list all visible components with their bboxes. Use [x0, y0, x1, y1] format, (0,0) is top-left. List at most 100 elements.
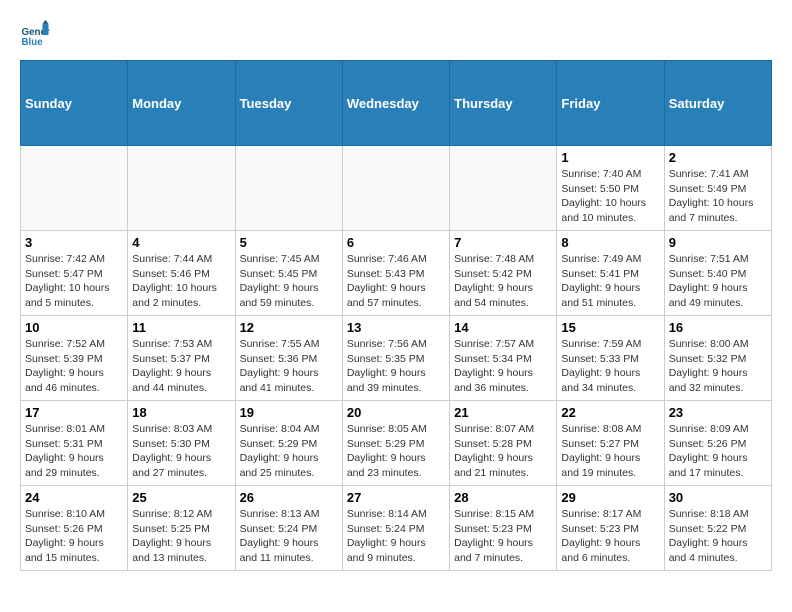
logo: General Blue — [20, 20, 54, 50]
calendar-cell: 17 Sunrise: 8:01 AM Sunset: 5:31 PM Dayli… — [21, 401, 128, 486]
calendar-cell: 18 Sunrise: 8:03 AM Sunset: 5:30 PM Dayli… — [128, 401, 235, 486]
calendar-cell: 5 Sunrise: 7:45 AM Sunset: 5:45 PM Daylig… — [235, 231, 342, 316]
day-info: Sunrise: 8:10 AM Sunset: 5:26 PM Dayligh… — [25, 507, 123, 566]
calendar-cell: 30 Sunrise: 8:18 AM Sunset: 5:22 PM Dayli… — [664, 486, 771, 571]
day-info: Sunrise: 8:05 AM Sunset: 5:29 PM Dayligh… — [347, 422, 445, 481]
svg-text:Blue: Blue — [22, 37, 44, 48]
calendar-cell: 16 Sunrise: 8:00 AM Sunset: 5:32 PM Dayli… — [664, 316, 771, 401]
day-info: Sunrise: 7:49 AM Sunset: 5:41 PM Dayligh… — [561, 252, 659, 311]
day-info: Sunrise: 8:13 AM Sunset: 5:24 PM Dayligh… — [240, 507, 338, 566]
day-number: 28 — [454, 490, 552, 505]
day-number: 4 — [132, 235, 230, 250]
day-info: Sunrise: 8:15 AM Sunset: 5:23 PM Dayligh… — [454, 507, 552, 566]
calendar-cell — [235, 146, 342, 231]
weekday-header: Wednesday — [342, 61, 449, 146]
day-number: 15 — [561, 320, 659, 335]
day-info: Sunrise: 7:51 AM Sunset: 5:40 PM Dayligh… — [669, 252, 767, 311]
calendar-cell — [450, 146, 557, 231]
calendar-cell: 4Sunrise: 7:44 AM Sunset: 5:46 PM Daylig… — [128, 231, 235, 316]
calendar-cell: 10 Sunrise: 7:52 AM Sunset: 5:39 PM Dayli… — [21, 316, 128, 401]
day-number: 9 — [669, 235, 767, 250]
calendar-cell — [21, 146, 128, 231]
day-number: 7 — [454, 235, 552, 250]
day-info: Sunrise: 7:45 AM Sunset: 5:45 PM Dayligh… — [240, 252, 338, 311]
day-info: Sunrise: 8:18 AM Sunset: 5:22 PM Dayligh… — [669, 507, 767, 566]
day-number: 3 — [25, 235, 123, 250]
day-info: Sunrise: 7:46 AM Sunset: 5:43 PM Dayligh… — [347, 252, 445, 311]
calendar-cell: 7 Sunrise: 7:48 AM Sunset: 5:42 PM Daylig… — [450, 231, 557, 316]
day-info: Sunrise: 8:08 AM Sunset: 5:27 PM Dayligh… — [561, 422, 659, 481]
day-info: Sunrise: 7:57 AM Sunset: 5:34 PM Dayligh… — [454, 337, 552, 396]
day-number: 23 — [669, 405, 767, 420]
day-info: Sunrise: 8:01 AM Sunset: 5:31 PM Dayligh… — [25, 422, 123, 481]
day-number: 17 — [25, 405, 123, 420]
day-number: 2 — [669, 150, 767, 165]
day-number: 14 — [454, 320, 552, 335]
day-number: 24 — [25, 490, 123, 505]
calendar-cell: 13 Sunrise: 7:56 AM Sunset: 5:35 PM Dayli… — [342, 316, 449, 401]
calendar-cell: 6Sunrise: 7:46 AM Sunset: 5:43 PM Daylig… — [342, 231, 449, 316]
weekday-header: Sunday — [21, 61, 128, 146]
calendar-cell — [128, 146, 235, 231]
calendar-cell: 1 Sunrise: 7:40 AM Sunset: 5:50 PM Daylig… — [557, 146, 664, 231]
calendar-cell: 29Sunrise: 8:17 AM Sunset: 5:23 PM Dayli… — [557, 486, 664, 571]
weekday-header: Tuesday — [235, 61, 342, 146]
day-number: 16 — [669, 320, 767, 335]
day-info: Sunrise: 8:12 AM Sunset: 5:25 PM Dayligh… — [132, 507, 230, 566]
day-info: Sunrise: 7:48 AM Sunset: 5:42 PM Dayligh… — [454, 252, 552, 311]
calendar-cell: 20 Sunrise: 8:05 AM Sunset: 5:29 PM Dayli… — [342, 401, 449, 486]
day-number: 30 — [669, 490, 767, 505]
calendar-cell: 19 Sunrise: 8:04 AM Sunset: 5:29 PM Dayli… — [235, 401, 342, 486]
calendar-cell: 21 Sunrise: 8:07 AM Sunset: 5:28 PM Dayli… — [450, 401, 557, 486]
calendar-cell: 25 Sunrise: 8:12 AM Sunset: 5:25 PM Dayli… — [128, 486, 235, 571]
day-number: 18 — [132, 405, 230, 420]
day-number: 19 — [240, 405, 338, 420]
calendar-cell: 3 Sunrise: 7:42 AM Sunset: 5:47 PM Daylig… — [21, 231, 128, 316]
day-info: Sunrise: 8:03 AM Sunset: 5:30 PM Dayligh… — [132, 422, 230, 481]
day-info: Sunrise: 8:00 AM Sunset: 5:32 PM Dayligh… — [669, 337, 767, 396]
day-info: Sunrise: 7:42 AM Sunset: 5:47 PM Dayligh… — [25, 252, 123, 311]
calendar-cell: 9 Sunrise: 7:51 AM Sunset: 5:40 PM Daylig… — [664, 231, 771, 316]
day-number: 26 — [240, 490, 338, 505]
calendar-cell — [342, 146, 449, 231]
weekday-header: Friday — [557, 61, 664, 146]
calendar-cell: 28 Sunrise: 8:15 AM Sunset: 5:23 PM Dayli… — [450, 486, 557, 571]
day-info: Sunrise: 7:59 AM Sunset: 5:33 PM Dayligh… — [561, 337, 659, 396]
day-number: 13 — [347, 320, 445, 335]
calendar-cell: 12Sunrise: 7:55 AM Sunset: 5:36 PM Dayli… — [235, 316, 342, 401]
weekday-header: Saturday — [664, 61, 771, 146]
calendar-cell: 14 Sunrise: 7:57 AM Sunset: 5:34 PM Dayli… — [450, 316, 557, 401]
day-number: 20 — [347, 405, 445, 420]
calendar-cell: 27 Sunrise: 8:14 AM Sunset: 5:24 PM Dayli… — [342, 486, 449, 571]
day-info: Sunrise: 8:14 AM Sunset: 5:24 PM Dayligh… — [347, 507, 445, 566]
day-number: 11 — [132, 320, 230, 335]
day-info: Sunrise: 7:40 AM Sunset: 5:50 PM Dayligh… — [561, 167, 659, 226]
day-number: 25 — [132, 490, 230, 505]
day-number: 29 — [561, 490, 659, 505]
calendar-cell: 11Sunrise: 7:53 AM Sunset: 5:37 PM Dayli… — [128, 316, 235, 401]
day-number: 21 — [454, 405, 552, 420]
day-info: Sunrise: 7:56 AM Sunset: 5:35 PM Dayligh… — [347, 337, 445, 396]
day-number: 27 — [347, 490, 445, 505]
calendar-cell: 2 Sunrise: 7:41 AM Sunset: 5:49 PM Daylig… — [664, 146, 771, 231]
day-info: Sunrise: 7:52 AM Sunset: 5:39 PM Dayligh… — [25, 337, 123, 396]
day-number: 1 — [561, 150, 659, 165]
weekday-header: Monday — [128, 61, 235, 146]
calendar-cell: 8 Sunrise: 7:49 AM Sunset: 5:41 PM Daylig… — [557, 231, 664, 316]
calendar-cell: 15 Sunrise: 7:59 AM Sunset: 5:33 PM Dayli… — [557, 316, 664, 401]
logo-icon: General Blue — [20, 20, 50, 50]
day-number: 5 — [240, 235, 338, 250]
calendar-table: SundayMondayTuesdayWednesdayThursdayFrid… — [20, 60, 772, 571]
day-number: 8 — [561, 235, 659, 250]
calendar-cell: 24 Sunrise: 8:10 AM Sunset: 5:26 PM Dayli… — [21, 486, 128, 571]
day-info: Sunrise: 8:07 AM Sunset: 5:28 PM Dayligh… — [454, 422, 552, 481]
day-info: Sunrise: 7:41 AM Sunset: 5:49 PM Dayligh… — [669, 167, 767, 226]
day-info: Sunrise: 8:09 AM Sunset: 5:26 PM Dayligh… — [669, 422, 767, 481]
weekday-header: Thursday — [450, 61, 557, 146]
calendar-header: SundayMondayTuesdayWednesdayThursdayFrid… — [21, 61, 772, 146]
day-number: 10 — [25, 320, 123, 335]
day-number: 22 — [561, 405, 659, 420]
page-header: General Blue — [20, 20, 772, 50]
calendar-cell: 23 Sunrise: 8:09 AM Sunset: 5:26 PM Dayli… — [664, 401, 771, 486]
day-info: Sunrise: 8:04 AM Sunset: 5:29 PM Dayligh… — [240, 422, 338, 481]
